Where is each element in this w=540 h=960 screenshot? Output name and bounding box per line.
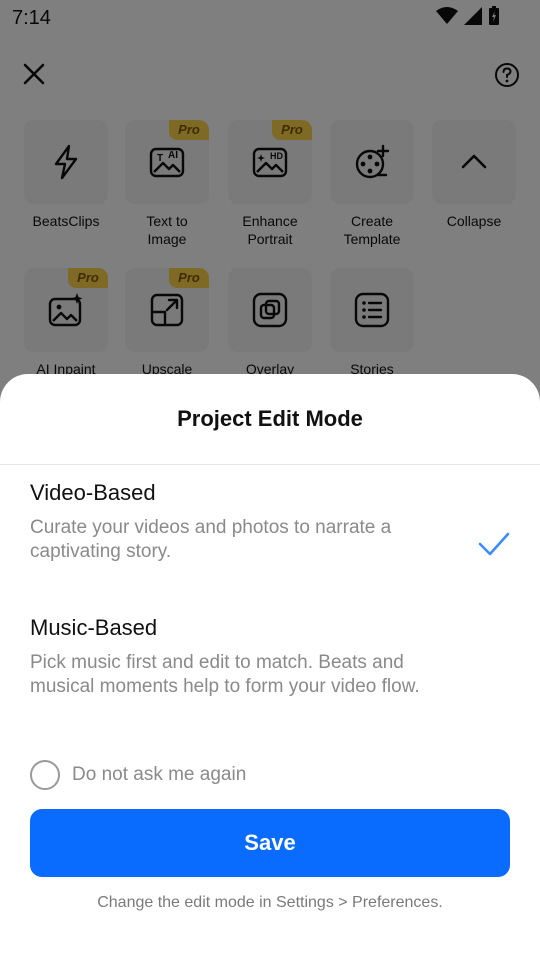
divider [0,464,540,465]
checkmark-icon [478,532,510,556]
footer-note: Change the edit mode in Settings > Prefe… [97,894,443,911]
option-video-based[interactable]: Video-Based Curate your videos and photo… [30,480,510,564]
option-music-based[interactable]: Music-Based Pick music first and edit to… [30,615,510,699]
radio-circle[interactable] [30,760,60,790]
save-button[interactable]: Save [30,809,510,877]
option-description: Pick music first and edit to match. Beat… [30,652,420,697]
edit-mode-sheet: Project Edit Mode Video-Based Curate you… [0,374,540,960]
option-title: Music-Based [30,615,158,640]
option-description: Curate your videos and photos to narrate… [30,517,392,562]
option-title: Video-Based [30,480,156,505]
dont-ask-again-label: Do not ask me again [72,764,247,785]
sheet-title: Project Edit Mode [177,406,363,431]
dont-ask-again-checkbox[interactable]: Do not ask me again [30,760,246,790]
